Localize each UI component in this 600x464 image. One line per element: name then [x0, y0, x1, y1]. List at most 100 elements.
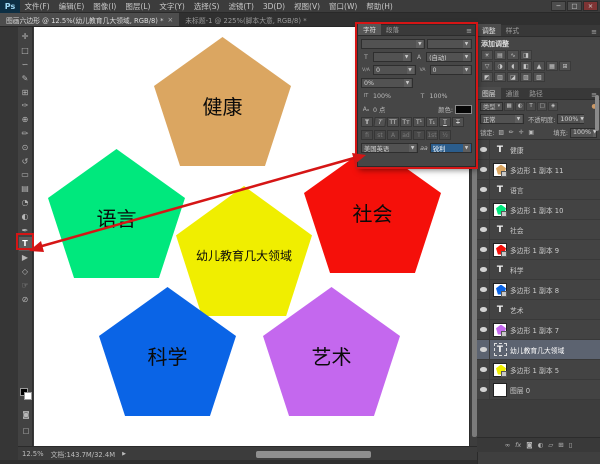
- background-color-swatch[interactable]: [24, 392, 32, 400]
- layer-row[interactable]: 多边形 1 副本 10: [477, 200, 600, 220]
- lock-all-icon[interactable]: ▣: [527, 128, 536, 137]
- stylistic-alternates-button[interactable]: A: [387, 130, 399, 140]
- menu-item-8[interactable]: 视图(V): [290, 0, 325, 13]
- layer-row[interactable]: 多边形 1 副本 7: [477, 320, 600, 340]
- photo-filter-icon[interactable]: ▲: [533, 61, 545, 71]
- dock-scrollbar-thumb[interactable]: [595, 95, 599, 131]
- lasso-tool[interactable]: ∽: [19, 58, 32, 72]
- tab-adjustments[interactable]: 调整: [477, 24, 501, 36]
- delete-layer-icon[interactable]: ▯: [569, 441, 573, 449]
- layer-row[interactable]: T语言: [477, 180, 600, 200]
- gradient-map-icon[interactable]: ▨: [520, 72, 532, 82]
- color-swatches[interactable]: [20, 388, 33, 401]
- new-adjustment-layer-icon[interactable]: ◐: [538, 441, 544, 449]
- new-layer-icon[interactable]: ⊞: [558, 441, 563, 449]
- lock-image-icon[interactable]: ✏: [507, 128, 516, 137]
- menu-item-9[interactable]: 窗口(W): [325, 0, 362, 13]
- history-brush-tool[interactable]: ↺: [19, 154, 32, 168]
- eye-icon[interactable]: [480, 387, 487, 392]
- tab-paragraph[interactable]: 段落: [381, 23, 404, 35]
- text-color-swatch[interactable]: [455, 105, 472, 114]
- brightness-contrast-icon[interactable]: ☀: [481, 50, 493, 60]
- layer-row[interactable]: 多边形 1 副本 11: [477, 160, 600, 180]
- restore-button[interactable]: □: [567, 1, 582, 11]
- proportional-spacing-select[interactable]: 0%▼: [361, 78, 413, 88]
- font-size-select[interactable]: ▼: [373, 52, 412, 62]
- faux-italic-button[interactable]: T: [373, 117, 386, 127]
- horizontal-scale-field[interactable]: 100%: [430, 93, 473, 100]
- new-group-icon[interactable]: ▱: [548, 441, 553, 449]
- menu-item-4[interactable]: 文字(Y): [155, 0, 189, 13]
- tab-layers[interactable]: 图层: [477, 87, 501, 99]
- font-style-select[interactable]: ▼: [427, 39, 472, 49]
- visibility-cell[interactable]: [477, 240, 490, 260]
- layer-row[interactable]: T科学: [477, 260, 600, 280]
- document-tab-active[interactable]: 图画六边形 @ 12.5%(幼儿教育几大领域, RGB/8) * ×: [0, 13, 179, 26]
- zoom-tool[interactable]: ⊘: [19, 292, 32, 306]
- underline-button[interactable]: T: [439, 117, 451, 127]
- exposure-icon[interactable]: ◨: [520, 50, 532, 60]
- quick-mask-button[interactable]: ◙: [20, 408, 32, 420]
- ligatures-button[interactable]: fi: [361, 130, 373, 140]
- eye-icon[interactable]: [480, 307, 487, 312]
- visibility-cell[interactable]: [477, 200, 490, 220]
- blend-mode-select[interactable]: 正常▼: [480, 114, 524, 124]
- visibility-cell[interactable]: [477, 300, 490, 320]
- leading-select[interactable]: (自动)▼: [426, 52, 472, 62]
- document-tab-inactive[interactable]: 未标题-1 @ 225%(脚本大意, RGB/8) *: [179, 13, 312, 26]
- baseline-shift-field[interactable]: 0 点: [373, 105, 436, 114]
- menu-item-10[interactable]: 帮助(H): [362, 0, 398, 13]
- strikethrough-button[interactable]: T: [452, 117, 464, 127]
- link-layers-icon[interactable]: ∞: [505, 441, 510, 449]
- eye-icon[interactable]: [480, 287, 487, 292]
- status-menu-arrow-icon[interactable]: ▶: [122, 451, 126, 457]
- filter-type-layers-icon[interactable]: T: [526, 102, 536, 111]
- menu-item-5[interactable]: 选择(S): [189, 0, 224, 13]
- visibility-cell[interactable]: [477, 360, 490, 380]
- clone-stamp-tool[interactable]: ⊙: [19, 140, 32, 154]
- lock-position-icon[interactable]: ✛: [517, 128, 526, 137]
- visibility-cell[interactable]: [477, 140, 490, 160]
- eye-icon[interactable]: [480, 367, 487, 372]
- menu-item-6[interactable]: 滤镜(T): [224, 0, 258, 13]
- selective-color-icon[interactable]: ▧: [533, 72, 545, 82]
- eye-icon[interactable]: [480, 227, 487, 232]
- brush-tool[interactable]: ✏: [19, 127, 32, 141]
- layer-filter-kind-select[interactable]: 类型 ▾: [480, 102, 503, 111]
- language-select[interactable]: 美国英语▼: [361, 143, 418, 153]
- layer-effects-icon[interactable]: fx: [515, 441, 521, 449]
- eye-icon[interactable]: [480, 267, 487, 272]
- rectangular-marquee-tool[interactable]: □: [19, 44, 32, 58]
- close-button[interactable]: ×: [583, 1, 598, 11]
- hue-saturation-icon[interactable]: ◑: [494, 61, 506, 71]
- visibility-cell[interactable]: [477, 380, 490, 400]
- all-caps-button[interactable]: TT: [387, 117, 399, 127]
- layer-row[interactable]: T社会: [477, 220, 600, 240]
- quick-selection-tool[interactable]: ✎: [19, 71, 32, 85]
- vibrance-icon[interactable]: ▽: [481, 61, 493, 71]
- invert-icon[interactable]: ◩: [481, 72, 493, 82]
- anti-alias-select[interactable]: 锐利▼: [430, 143, 472, 153]
- superscript-button[interactable]: T¹: [413, 117, 425, 127]
- zoom-level-field[interactable]: 12.5%: [22, 450, 44, 458]
- layer-row[interactable]: 多边形 1 副本 8: [477, 280, 600, 300]
- ordinals-button[interactable]: 1st: [426, 130, 438, 140]
- menu-item-1[interactable]: 编辑(E): [54, 0, 89, 13]
- move-tool[interactable]: ✛: [19, 30, 32, 44]
- eye-icon[interactable]: [480, 327, 487, 332]
- visibility-cell[interactable]: [477, 320, 490, 340]
- filter-adjustment-layers-icon[interactable]: ◐: [515, 102, 525, 111]
- panel-menu-icon[interactable]: ≡: [463, 27, 475, 35]
- eraser-tool[interactable]: ▭: [19, 168, 32, 182]
- black-white-icon[interactable]: ◧: [520, 61, 532, 71]
- menu-item-3[interactable]: 图层(L): [121, 0, 155, 13]
- canvas-horizontal-scrollbar[interactable]: [256, 451, 371, 458]
- eyedropper-tool[interactable]: ✑: [19, 99, 32, 113]
- layer-row[interactable]: 多边形 1 副本 9: [477, 240, 600, 260]
- faux-bold-button[interactable]: T: [361, 117, 373, 127]
- eye-icon[interactable]: [480, 347, 487, 352]
- font-family-select[interactable]: ▼: [361, 39, 425, 49]
- screen-mode-button[interactable]: ▢: [20, 424, 32, 436]
- menu-item-7[interactable]: 3D(D): [258, 0, 289, 13]
- eye-icon[interactable]: [480, 167, 487, 172]
